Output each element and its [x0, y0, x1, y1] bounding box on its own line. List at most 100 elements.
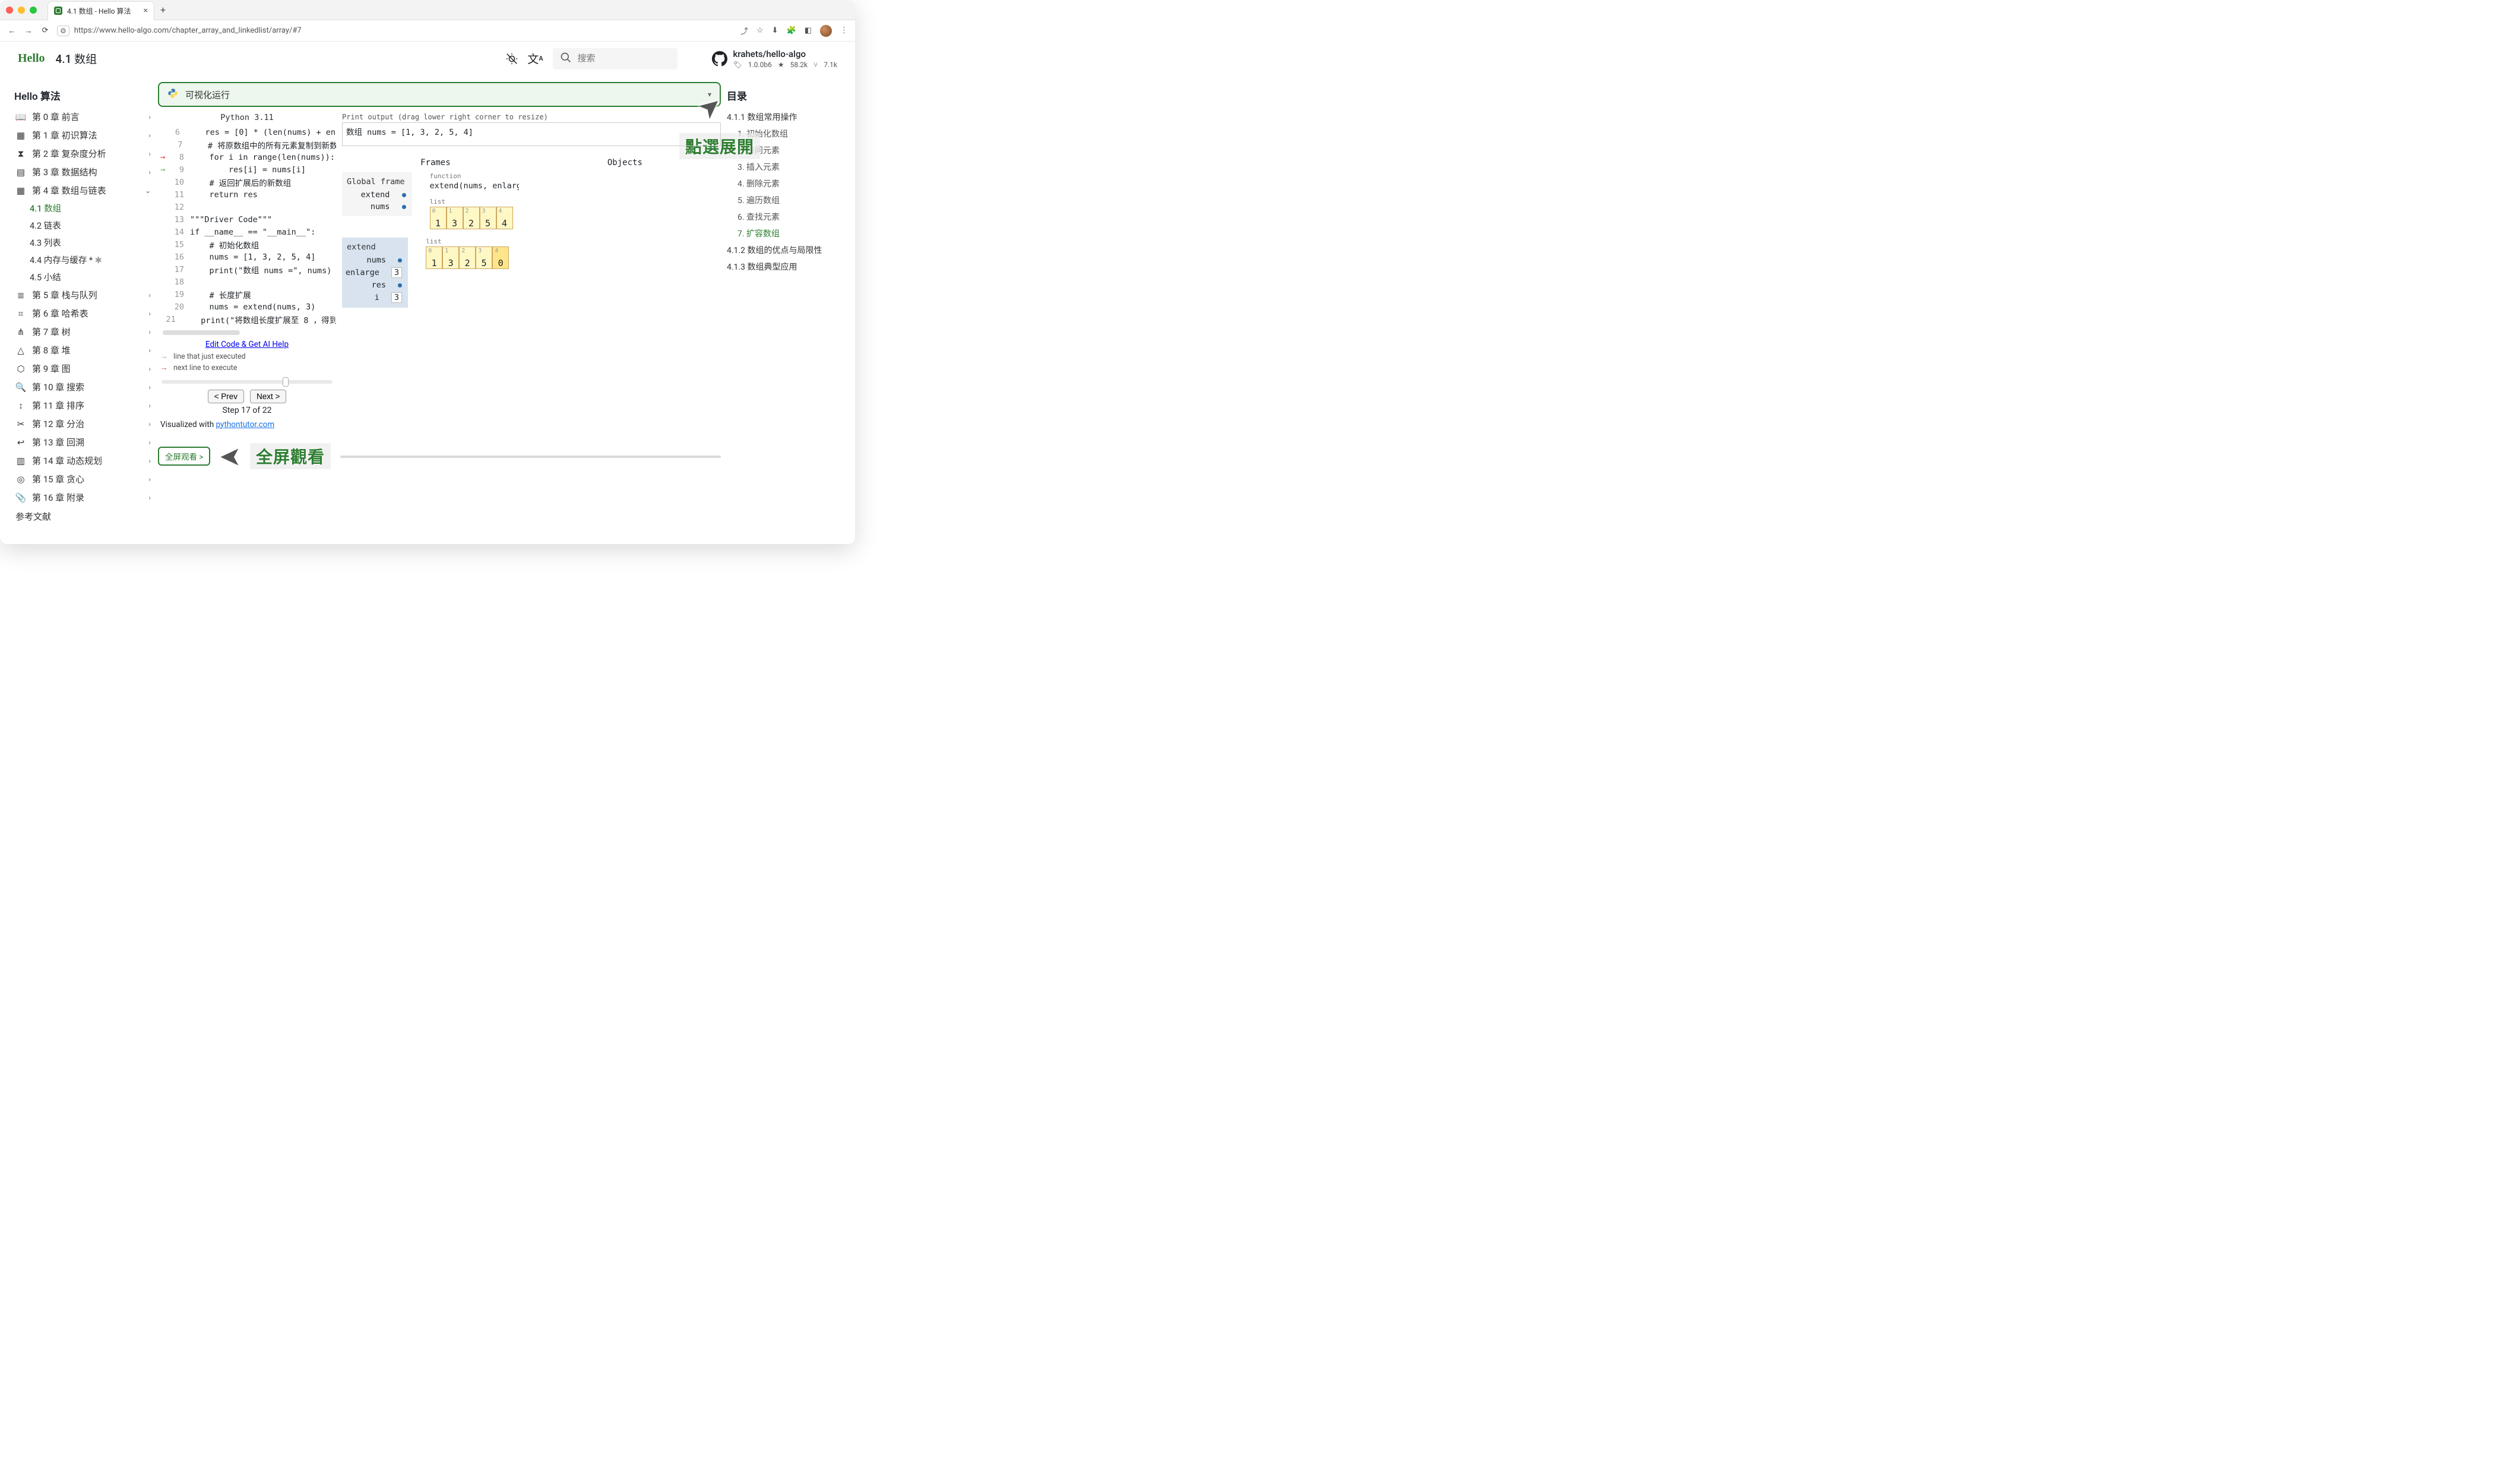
toc-item[interactable]: 7. 扩容数组: [727, 225, 841, 242]
edit-code-link[interactable]: Edit Code & Get AI Help: [205, 340, 289, 349]
address-bar[interactable]: ⚙ https://www.hello-algo.com/chapter_arr…: [57, 26, 733, 36]
pythontutor-link[interactable]: pythontutor.com: [216, 420, 275, 429]
code-line: 20 nums = extend(nums, 3): [158, 301, 336, 313]
sidebar-section[interactable]: 4.5 小结: [12, 268, 154, 286]
next-step-button[interactable]: Next >: [250, 390, 286, 403]
chapter-label: 第 8 章 堆: [32, 344, 71, 356]
sidebar-chapter[interactable]: ↩第 13 章 回溯›: [12, 433, 154, 451]
accordion-label: 可视化运行: [185, 88, 230, 101]
footer-divider: [340, 456, 721, 458]
site-logo[interactable]: Hello: [18, 52, 45, 65]
toc-item[interactable]: 5. 遍历数组: [727, 192, 841, 208]
download-icon[interactable]: ⬇: [772, 26, 778, 35]
sidebar-chapter[interactable]: 🔍第 10 章 搜索›: [12, 378, 154, 396]
toc-item[interactable]: 4. 删除元素: [727, 175, 841, 192]
chapter-icon: ✂: [15, 419, 26, 429]
new-tab-button[interactable]: +: [160, 4, 166, 15]
fullscreen-button[interactable]: 全屏观看 >: [158, 447, 210, 466]
chevron-right-icon: ›: [148, 291, 151, 299]
extensions-icon[interactable]: 🧩: [787, 26, 796, 35]
search-input[interactable]: [578, 53, 661, 64]
search-box[interactable]: [553, 48, 678, 69]
toc-item[interactable]: 2. 访问元素: [727, 142, 841, 159]
sidebar-chapter[interactable]: ⋔第 7 章 树›: [12, 323, 154, 341]
sidebar-references[interactable]: 参考文献: [12, 507, 154, 526]
sidebar-chapter[interactable]: ▦第 4 章 数组与链表⌄: [12, 181, 154, 200]
sidebar-section[interactable]: 4.1 数组: [12, 200, 154, 217]
chapter-label: 第 15 章 贪心: [32, 473, 84, 485]
output-panel: Print output (drag lower right corner to…: [342, 113, 721, 429]
theme-toggle-icon[interactable]: [505, 52, 518, 65]
sidebar-chapter[interactable]: ▦第 1 章 初识算法›: [12, 126, 154, 144]
toc-item[interactable]: 4.1.2 数组的优点与局限性: [727, 242, 841, 258]
sidebar-section[interactable]: 4.3 列表: [12, 234, 154, 251]
slider-thumb[interactable]: [283, 377, 289, 387]
code-horizontal-scrollbar[interactable]: [163, 330, 240, 335]
site-info-icon[interactable]: ⚙: [57, 26, 69, 36]
tab-close-button[interactable]: ×: [144, 6, 148, 15]
sidebar-chapter[interactable]: ✂第 12 章 分治›: [12, 415, 154, 433]
sidebar-chapter[interactable]: ⬡第 9 章 图›: [12, 359, 154, 378]
maximize-window-button[interactable]: [30, 7, 37, 14]
nav-forward-button[interactable]: →: [24, 26, 33, 36]
nav-back-button[interactable]: ←: [7, 26, 17, 36]
toc-item[interactable]: 3. 插入元素: [727, 159, 841, 175]
bookmark-icon[interactable]: ☆: [756, 26, 764, 35]
chapter-icon: ≣: [15, 290, 26, 301]
sidebar-section[interactable]: 4.4 内存与缓存 * ✱: [12, 251, 154, 268]
tab-favicon: [54, 7, 62, 15]
step-slider[interactable]: [162, 380, 333, 384]
profile-avatar[interactable]: [820, 25, 832, 37]
browser-tab[interactable]: 4.1 数组 - Hello 算法 ×: [48, 1, 154, 20]
sidebar-chapter[interactable]: 📖第 0 章 前言›: [12, 108, 154, 126]
menu-icon[interactable]: ⋮: [840, 26, 848, 35]
chevron-right-icon: ›: [148, 438, 151, 447]
star-icon: ★: [778, 61, 784, 69]
list-cell: 01: [430, 207, 447, 229]
chapter-label: 第 6 章 哈希表: [32, 307, 88, 320]
site-header: Hello 4.1 数组 文A krahets/hello-algo 🏷1.0.…: [0, 42, 855, 76]
close-window-button[interactable]: [6, 7, 13, 14]
nav-reload-button[interactable]: ⟳: [40, 26, 50, 35]
chapter-icon: 🔍: [15, 382, 26, 393]
fork-icon: ⑂: [813, 61, 818, 69]
prev-step-button[interactable]: < Prev: [208, 390, 244, 403]
toc-item[interactable]: 4.1.1 数组常用操作: [727, 109, 841, 125]
code-header: Python 3.11: [158, 113, 336, 126]
code-line: 18: [158, 276, 336, 288]
sidebar-chapter[interactable]: ▤第 3 章 数据结构›: [12, 163, 154, 181]
chapter-icon: △: [15, 345, 26, 356]
code-line: 12: [158, 201, 336, 213]
toc-item[interactable]: 1. 初始化数组: [727, 125, 841, 142]
sidebar-chapter[interactable]: ⌗第 6 章 哈希表›: [12, 304, 154, 323]
code-line: 16 nums = [1, 3, 2, 5, 4]: [158, 251, 336, 263]
annotation-fullscreen: 全屏觀看: [250, 443, 331, 469]
code-line: 17 print("数组 nums =", nums): [158, 263, 336, 276]
chapter-icon: 📎: [15, 492, 26, 503]
viz-accordion-header[interactable]: 可视化运行 ▾: [158, 82, 721, 107]
chapter-label: 第 14 章 动态规划: [32, 454, 102, 467]
list-object-2: 0113223540: [426, 246, 515, 269]
sidebar-section[interactable]: 4.2 链表: [12, 217, 154, 234]
sidebar-chapter[interactable]: △第 8 章 堆›: [12, 341, 154, 359]
chapter-label: 第 10 章 搜索: [32, 381, 84, 393]
toc-item[interactable]: 4.1.3 数组典型应用: [727, 258, 841, 275]
toc-item[interactable]: 6. 查找元素: [727, 208, 841, 225]
chapter-icon: ◎: [15, 474, 26, 485]
sidebar-chapter[interactable]: 📎第 16 章 附录›: [12, 488, 154, 507]
sidepanel-icon[interactable]: ◧: [805, 26, 812, 35]
github-link[interactable]: krahets/hello-algo 🏷1.0.0b6 ★58.2k ⑂7.1k: [712, 49, 837, 69]
share-icon[interactable]: ⤴: [740, 25, 748, 36]
sidebar-chapter[interactable]: ≣第 5 章 栈与队列›: [12, 286, 154, 304]
sidebar-chapter[interactable]: ↕第 11 章 排序›: [12, 396, 154, 415]
github-repo-name: krahets/hello-algo: [733, 49, 837, 59]
sidebar-chapter[interactable]: ▥第 14 章 动态规划›: [12, 451, 154, 470]
minimize-window-button[interactable]: [18, 7, 25, 14]
chevron-right-icon: ›: [148, 475, 151, 483]
chapter-icon: ▦: [15, 130, 26, 141]
sidebar-chapter[interactable]: ⧗第 2 章 复杂度分析›: [12, 144, 154, 163]
sidebar-title: Hello 算法: [12, 88, 154, 103]
sidebar-chapter[interactable]: ◎ 第 15 章 贪心 ›: [12, 470, 154, 488]
language-icon[interactable]: 文A: [529, 52, 542, 65]
output-box: 数组 nums = [1, 3, 2, 5, 4]: [342, 122, 721, 146]
